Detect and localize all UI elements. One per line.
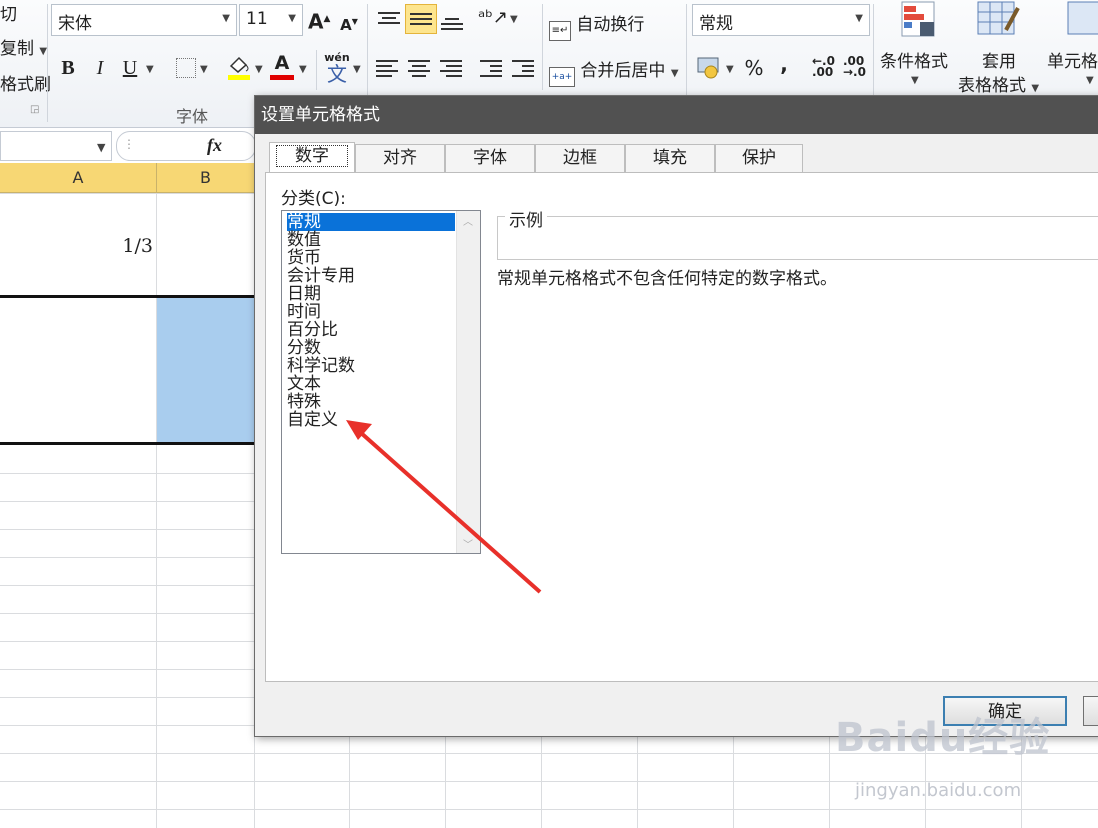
align-top-icon[interactable] xyxy=(378,6,404,34)
shrink-font-icon[interactable]: A▼ xyxy=(338,8,360,38)
tab-fill[interactable]: 填充 xyxy=(625,144,715,172)
category-item[interactable]: 自定义 xyxy=(287,411,455,429)
category-item[interactable]: 时间 xyxy=(287,303,455,321)
cancel-button[interactable] xyxy=(1083,696,1098,726)
column-header-b[interactable]: B xyxy=(157,163,255,193)
cut-button[interactable]: 切 xyxy=(0,0,17,25)
conditional-format-dropdown-icon[interactable]: ▼ xyxy=(911,75,919,86)
tab-protection[interactable]: 保护 xyxy=(715,144,803,172)
insert-function-icon[interactable]: fx xyxy=(207,135,222,156)
tab-border[interactable]: 边框 xyxy=(535,144,625,172)
orientation-dropdown-icon[interactable]: ▼ xyxy=(510,14,518,25)
conditional-format-icon[interactable] xyxy=(898,0,938,44)
category-item[interactable]: 文本 xyxy=(287,375,455,393)
tab-number[interactable]: 数字 xyxy=(269,142,355,174)
italic-button[interactable]: I xyxy=(88,54,112,84)
font-color-icon[interactable]: A xyxy=(268,52,296,82)
font-group-label: 字体 xyxy=(176,107,209,126)
phonetic-dropdown-icon[interactable]: ▼ xyxy=(353,64,361,75)
category-item[interactable]: 会计专用 xyxy=(287,267,455,285)
tab-font[interactable]: 字体 xyxy=(445,144,535,172)
sample-box xyxy=(497,216,1098,260)
sample-label: 示例 xyxy=(505,206,547,231)
font-color-dropdown-icon[interactable]: ▼ xyxy=(299,64,307,75)
scroll-down-icon[interactable]: ﹀ xyxy=(463,536,473,551)
category-item[interactable]: 特殊 xyxy=(287,393,455,411)
table-format-label[interactable]: 表格格式 ▼ xyxy=(958,71,1039,96)
category-list[interactable]: ︿ ﹀ 常规 数值 货币 会计专用 日期 时间 百分比 分数 科学记数 文本 特殊 自定义 xyxy=(281,210,481,554)
formula-bar-buttons: ⋮ fx xyxy=(116,131,256,161)
increase-decimal-icon[interactable]: ←.0.00 xyxy=(812,55,835,78)
cell-border-bottom xyxy=(0,442,256,445)
name-box[interactable]: ▼ xyxy=(0,131,112,161)
increase-indent-icon[interactable] xyxy=(512,54,538,77)
fill-dropdown-icon[interactable]: ▼ xyxy=(255,64,263,75)
table-format-icon[interactable] xyxy=(976,0,1020,44)
row-gridline xyxy=(0,809,1098,810)
category-item[interactable]: 日期 xyxy=(287,285,455,303)
comma-button[interactable]: , xyxy=(774,50,794,80)
format-cells-dialog: 设置单元格格式 数字 对齐 字体 边框 填充 保护 分类(C): ︿ ﹀ 常规数… xyxy=(254,95,1098,737)
format-description: 常规单元格格式不包含任何特定的数字格式。 xyxy=(497,269,837,289)
align-center-icon[interactable] xyxy=(408,54,434,77)
cell-a1[interactable]: 1/3 xyxy=(0,193,157,295)
cell-styles-icon[interactable] xyxy=(1066,0,1098,44)
category-scrollbar[interactable]: ︿ ﹀ xyxy=(456,211,480,553)
accounting-dropdown-icon[interactable]: ▼ xyxy=(726,64,734,75)
watermark-url: jingyan.baidu.com xyxy=(855,780,1022,801)
phonetic-icon[interactable]: wén 文 xyxy=(323,52,351,85)
drag-handle-icon[interactable]: ⋮ xyxy=(123,137,135,151)
border-icon[interactable] xyxy=(176,58,196,78)
align-bottom-icon[interactable] xyxy=(441,10,467,38)
fill-color-icon[interactable] xyxy=(226,52,252,82)
number-format-combo[interactable]: 常规 ▼ xyxy=(692,4,870,36)
merge-center-button[interactable]: +a+ 合并后居中 ▼ xyxy=(549,56,679,87)
cell-border-top xyxy=(0,295,256,298)
conditional-format-button[interactable]: 条件格式 xyxy=(880,47,948,72)
underline-button[interactable]: U xyxy=(118,54,142,84)
decrease-indent-icon[interactable] xyxy=(480,54,506,77)
column-headers: A B xyxy=(0,163,260,193)
scroll-up-icon[interactable]: ︿ xyxy=(463,213,473,228)
border-dropdown-icon[interactable]: ▼ xyxy=(200,64,208,75)
align-left-icon[interactable] xyxy=(376,54,402,77)
grow-font-icon[interactable]: A▲ xyxy=(308,5,330,35)
category-item[interactable]: 货币 xyxy=(287,249,455,267)
separator xyxy=(47,4,48,122)
category-item[interactable]: 百分比 xyxy=(287,321,455,339)
cell-styles-dropdown-icon[interactable]: ▼ xyxy=(1086,75,1094,86)
separator xyxy=(316,50,317,90)
bold-button[interactable]: B xyxy=(56,54,80,84)
accounting-format-icon[interactable] xyxy=(697,54,721,80)
selected-cell-b2[interactable] xyxy=(157,297,255,443)
category-label: 分类(C): xyxy=(281,189,346,209)
underline-dropdown-icon[interactable]: ▼ xyxy=(146,64,154,75)
font-name-combo[interactable]: 宋体 ▼ xyxy=(51,4,237,36)
separator xyxy=(542,4,543,90)
category-item[interactable]: 常规 xyxy=(287,213,455,231)
decrease-decimal-icon[interactable]: .00 →.0 xyxy=(843,55,866,78)
format-painter-button[interactable]: 格式刷 xyxy=(0,70,51,95)
dialog-launcher-icon[interactable]: ◲ xyxy=(30,104,39,115)
category-item[interactable]: 科学记数 xyxy=(287,357,455,375)
dialog-title: 设置单元格格式 xyxy=(255,96,1098,134)
wrap-text-button[interactable]: ≡↵ 自动换行 xyxy=(549,10,644,41)
merge-center-icon: +a+ xyxy=(549,67,575,87)
align-right-icon[interactable] xyxy=(440,54,466,77)
category-item[interactable]: 数值 xyxy=(287,231,455,249)
tab-alignment[interactable]: 对齐 xyxy=(355,144,445,172)
column-header-a[interactable]: A xyxy=(0,163,157,193)
watermark-logo: Baidu经验 xyxy=(835,715,1051,761)
align-middle-icon[interactable] xyxy=(405,4,437,34)
category-item[interactable]: 分数 xyxy=(287,339,455,357)
wrap-text-icon: ≡↵ xyxy=(549,21,571,41)
orientation-icon[interactable]: ᵃᵇ↗ xyxy=(478,4,508,34)
percent-button[interactable]: % xyxy=(742,54,766,84)
font-size-combo[interactable]: 11 ▼ xyxy=(239,4,303,36)
cell-styles-button[interactable]: 单元格 xyxy=(1047,47,1098,72)
copy-button[interactable]: 复制 ▼ xyxy=(0,34,47,59)
table-format-button[interactable]: 套用 xyxy=(982,47,1016,72)
